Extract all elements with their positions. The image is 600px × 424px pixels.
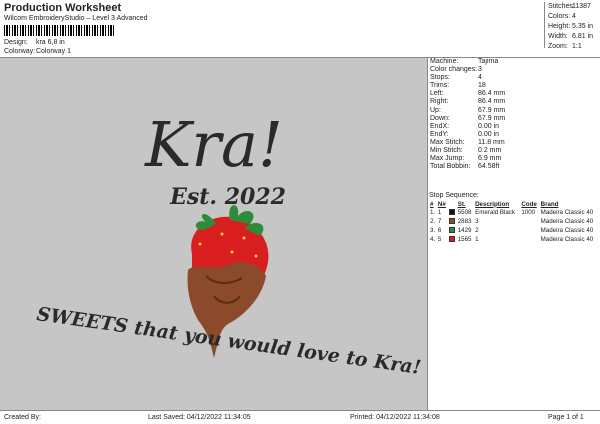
row-needle: 1 <box>437 209 442 216</box>
worksheet-footer: Created By: Last Saved: 04/12/2022 11:34… <box>0 410 600 424</box>
row-code <box>520 217 539 226</box>
row-num: 4. <box>430 236 436 243</box>
design-artwork: Kra! Est. 2022 SWEETS that you would lov… <box>35 108 422 379</box>
row-description: 3 <box>475 218 479 225</box>
row-brand: Madeira Classic 40 <box>540 227 594 234</box>
created-by: Created By: <box>4 414 41 421</box>
thread-color-swatch <box>448 236 455 243</box>
software-subtitle: Wilcom EmbroideryStudio – Level 3 Advanc… <box>4 15 148 22</box>
est-text: Est. 2022 <box>169 184 286 210</box>
color-swatch <box>448 235 457 244</box>
info-row: Total Bobbin: 64.58ft <box>430 163 500 171</box>
row-num: 2. <box>430 218 436 225</box>
col-code: Code <box>521 200 537 208</box>
last-saved: Last Saved: 04/12/2022 11:34:05 <box>148 414 251 421</box>
info-row: Min Stitch: 0.2 mm <box>430 147 502 155</box>
info-row: Down: 67.9 mm <box>430 114 506 122</box>
row-stitches: 1565 <box>457 236 472 243</box>
barcode <box>4 25 114 36</box>
thread-color-swatch <box>448 227 455 234</box>
row-needle: 5 <box>437 236 442 243</box>
row-stitches: 1429 <box>457 227 472 234</box>
table-row: 3. 6 1429 2 Madeira Classic 40 <box>429 226 600 235</box>
design-value: kra 6,8 in <box>35 39 65 46</box>
printed-date: Printed: 04/12/2022 11:34:08 <box>350 414 440 421</box>
row-brand: Madeira Classic 40 <box>540 209 594 216</box>
stop-sequence-title: Stop Sequence: <box>429 192 479 199</box>
design-row: Design: kra 6,8 in <box>4 39 65 46</box>
info-panel: Machine: Tajima Color changes:3 Stops: 4 T… <box>429 58 600 410</box>
row-code: 1000 <box>521 209 536 216</box>
row-code <box>520 235 539 244</box>
color-swatch <box>448 217 457 226</box>
info-row: Right: 86.4 mm <box>430 98 506 106</box>
info-row: EndX: 0.00 in <box>430 122 500 130</box>
row-num: 3. <box>430 227 436 234</box>
colorway-value: Colorway 1 <box>35 48 71 55</box>
info-row: Max Jump: 6.9 mm <box>430 155 502 163</box>
info-row: Left: 86.4 mm <box>430 90 506 98</box>
table-row: 2. 7 2883 3 Madeira Classic 40 <box>429 217 600 226</box>
page-title: Production Worksheet <box>4 2 122 14</box>
row-description: 1 <box>475 236 479 243</box>
thread-color-swatch <box>448 209 455 216</box>
row-description: Emerald Black <box>475 209 515 216</box>
col-swatch <box>448 200 457 208</box>
design-label: Design: <box>4 39 28 46</box>
info-row: Machine: Tajima <box>430 58 499 65</box>
thread-color-swatch <box>448 218 455 225</box>
row-brand: Madeira Classic 40 <box>540 236 594 243</box>
row-stitches: 5508 <box>457 209 472 216</box>
info-row: EndY: 0.00 in <box>430 130 500 138</box>
machine-info: Machine: Tajima Color changes:3 Stops: 4 T… <box>429 58 600 171</box>
stop-sequence-table: # N# St. Description Code Brand 1. 1 5508 E… <box>429 200 600 244</box>
colorway-label: Colorway: <box>4 48 36 55</box>
col-stitches: St. <box>457 200 466 208</box>
col-num: # <box>430 200 434 208</box>
table-row: 4. 5 1565 1 Madeira Classic 40 <box>429 235 600 244</box>
worksheet-header: Production Worksheet Wilcom EmbroiderySt… <box>0 0 600 58</box>
stat-zoom: Zoom: 1:1 <box>548 43 582 50</box>
stat-width: Width: 6.81 in <box>548 33 594 40</box>
row-description: 2 <box>475 227 479 234</box>
brand-title-text: Kra! <box>144 108 283 181</box>
info-row: Trims: 18 <box>430 82 486 90</box>
col-description: Description <box>475 200 510 208</box>
colorway-row: Colorway: Colorway 1 <box>4 48 71 55</box>
design-preview[interactable]: Kra! Est. 2022 SWEETS that you would lov… <box>0 58 428 410</box>
stat-colors: Colors: 4 <box>548 13 576 20</box>
stat-stitches: Stitches:11387 <box>548 3 591 10</box>
info-row: Max Stitch: 11.8 mm <box>430 138 505 146</box>
page-number: Page 1 of 1 <box>548 414 584 421</box>
color-swatch <box>448 226 457 235</box>
row-brand: Madeira Classic 40 <box>540 218 594 225</box>
row-stitches: 2883 <box>457 218 472 225</box>
table-header-row: # N# St. Description Code Brand <box>429 200 600 208</box>
row-code <box>520 226 539 235</box>
col-needle: N# <box>437 200 446 208</box>
color-swatch <box>448 208 457 217</box>
col-brand: Brand <box>540 200 559 208</box>
info-row: Color changes:3 <box>430 66 482 74</box>
info-row: Up: 67.9 mm <box>430 106 506 114</box>
row-needle: 7 <box>437 218 442 225</box>
table-row: 1. 1 5508 Emerald Black 1000 Madeira Classic … <box>429 208 600 217</box>
stat-height: Height: 5.35 in <box>548 23 594 30</box>
row-needle: 6 <box>437 227 442 234</box>
stats-panel: Stitches:11387 Colors: 4 Height: 5.35 in W… <box>544 2 600 50</box>
info-row: Stops: 4 <box>430 74 482 82</box>
row-num: 1. <box>430 209 436 216</box>
